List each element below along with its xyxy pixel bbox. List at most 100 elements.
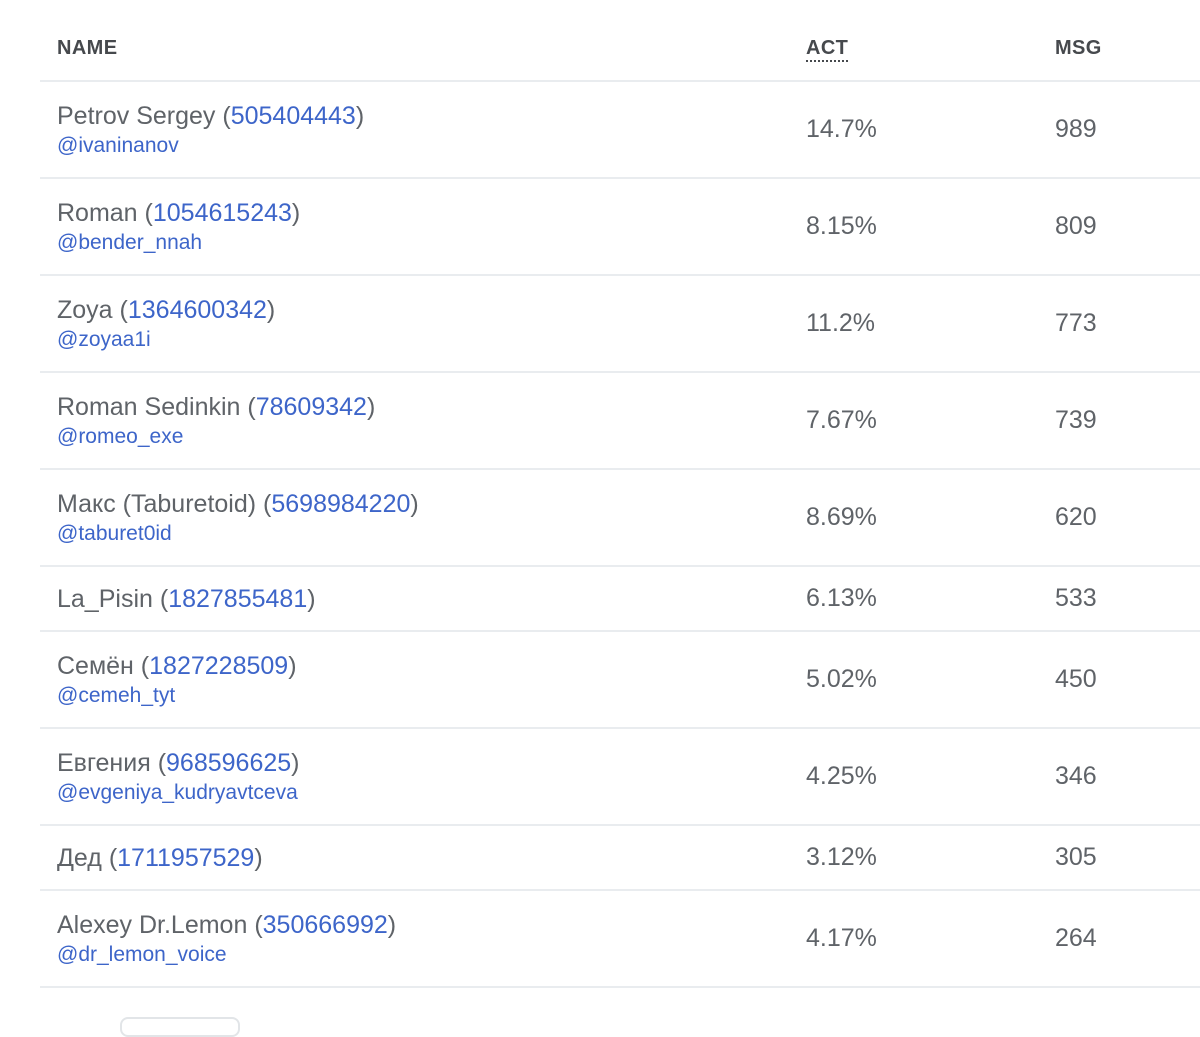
- id-paren-open: (: [150, 748, 167, 777]
- activity-value: 14.7%: [806, 115, 877, 143]
- member-id-link[interactable]: 78609342: [256, 393, 367, 421]
- member-name-cell: Roman (1054615243) @bender_nnah: [57, 179, 300, 274]
- message-count: 533: [1055, 584, 1097, 612]
- member-id-link[interactable]: 350666992: [263, 911, 388, 939]
- member-name-cell: Petrov Sergey (505404443) @ivaninanov: [57, 82, 364, 177]
- table-row: Евгения (968596625) @evgeniya_kudryavtcev…: [40, 729, 1200, 826]
- member-name-cell: Семён (1827228509) @cemeh_tyt: [57, 632, 297, 727]
- table-row: La_Pisin (1827855481) 6.13% 533: [40, 567, 1200, 632]
- member-name-line: La_Pisin (1827855481): [57, 583, 316, 615]
- column-header-msg[interactable]: MSG: [1055, 37, 1102, 59]
- member-username-link[interactable]: @romeo_exe: [57, 423, 375, 451]
- table-row: Roman (1054615243) @bender_nnah 8.15% 809: [40, 179, 1200, 276]
- member-username-link[interactable]: @dr_lemon_voice: [57, 941, 396, 969]
- message-count: 773: [1055, 309, 1097, 337]
- activity-value: 4.17%: [806, 924, 877, 952]
- activity-value: 8.69%: [806, 503, 877, 531]
- member-id-link[interactable]: 968596625: [166, 749, 291, 777]
- message-count: 989: [1055, 115, 1097, 143]
- member-name-cell: Макс (Taburetoid) (5698984220) @taburet0i…: [57, 470, 419, 565]
- member-id-link[interactable]: 5698984220: [271, 490, 410, 518]
- member-name: Евгения: [57, 748, 151, 777]
- member-name-line: Макс (Taburetoid) (5698984220): [57, 488, 419, 520]
- member-name-line: Евгения (968596625): [57, 747, 300, 779]
- message-count: 620: [1055, 503, 1097, 531]
- member-name: Макс (Taburetoid): [57, 489, 257, 518]
- member-name-line: Zoya (1364600342): [57, 294, 275, 326]
- activity-value: 7.67%: [806, 406, 877, 434]
- member-name: Petrov Sergey: [57, 101, 216, 130]
- member-name-line: Дед (1711957529): [57, 842, 263, 874]
- member-name: Alexey Dr.Lemon: [57, 910, 248, 939]
- member-username-link[interactable]: @zoyaa1i: [57, 326, 275, 354]
- id-paren-open: (: [101, 843, 118, 872]
- id-paren-open: (: [256, 489, 272, 518]
- activity-value: 3.12%: [806, 843, 877, 871]
- member-name-cell: Евгения (968596625) @evgeniya_kudryavtcev…: [57, 729, 300, 824]
- table-row: Дед (1711957529) 3.12% 305: [40, 826, 1200, 891]
- id-paren-open: (: [133, 651, 150, 680]
- table-header: NAME ACT MSG: [40, 0, 1200, 82]
- message-count: 346: [1055, 762, 1097, 790]
- member-name-cell: La_Pisin (1827855481): [57, 567, 316, 630]
- message-count: 264: [1055, 924, 1097, 952]
- id-paren-close: ): [355, 101, 365, 130]
- table-row: Roman Sedinkin (78609342) @romeo_exe 7.67%…: [40, 373, 1200, 470]
- message-count: 450: [1055, 665, 1097, 693]
- member-username-link[interactable]: @ivaninanov: [57, 132, 364, 160]
- member-name-line: Roman Sedinkin (78609342): [57, 391, 375, 423]
- member-id-link[interactable]: 1827855481: [168, 585, 307, 613]
- pagination-control[interactable]: [120, 1017, 240, 1037]
- message-count: 809: [1055, 212, 1097, 240]
- activity-value: 6.13%: [806, 584, 877, 612]
- member-name-cell: Roman Sedinkin (78609342) @romeo_exe: [57, 373, 375, 468]
- id-paren-close: ): [288, 651, 297, 680]
- id-paren-open: (: [240, 392, 256, 421]
- member-username-link[interactable]: @evgeniya_kudryavtceva: [57, 779, 300, 807]
- column-header-name[interactable]: NAME: [57, 37, 118, 59]
- table-row: Petrov Sergey (505404443) @ivaninanov 14.7…: [40, 82, 1200, 179]
- member-name-line: Roman (1054615243): [57, 197, 300, 229]
- member-id-link[interactable]: 1711957529: [117, 844, 254, 872]
- member-name: Zoya: [57, 295, 113, 324]
- member-id-link[interactable]: 1364600342: [128, 296, 267, 324]
- member-id-link[interactable]: 1827228509: [149, 652, 288, 680]
- message-count: 739: [1055, 406, 1097, 434]
- member-name-line: Alexey Dr.Lemon (350666992): [57, 909, 396, 941]
- column-header-act[interactable]: ACT: [806, 37, 849, 62]
- members-table: NAME ACT MSG Petrov Sergey (505404443) @i…: [40, 0, 1200, 988]
- activity-value: 8.15%: [806, 212, 877, 240]
- id-paren-close: ): [291, 748, 300, 777]
- id-paren-open: (: [112, 295, 128, 324]
- id-paren-open: (: [247, 910, 263, 939]
- message-count: 305: [1055, 843, 1097, 871]
- table-row: Макс (Taburetoid) (5698984220) @taburet0i…: [40, 470, 1200, 567]
- member-name: Семён: [57, 651, 134, 680]
- member-username-link[interactable]: @cemeh_tyt: [57, 682, 297, 710]
- id-paren-open: (: [137, 198, 153, 227]
- member-name: Дед: [57, 843, 102, 872]
- activity-value: 4.25%: [806, 762, 877, 790]
- id-paren-close: ): [410, 489, 419, 518]
- member-name: Roman: [57, 198, 138, 227]
- member-username-link[interactable]: @taburet0id: [57, 520, 419, 548]
- id-paren-close: ): [307, 584, 316, 613]
- member-name: La_Pisin: [57, 584, 153, 613]
- member-id-link[interactable]: 505404443: [231, 102, 356, 130]
- table-row: Семён (1827228509) @cemeh_tyt 5.02% 450: [40, 632, 1200, 729]
- member-id-link[interactable]: 1054615243: [153, 199, 292, 227]
- id-paren-close: ): [291, 198, 301, 227]
- member-username-link[interactable]: @bender_nnah: [57, 229, 300, 257]
- id-paren-close: ): [266, 295, 276, 324]
- table-row: Zoya (1364600342) @zoyaa1i 11.2% 773: [40, 276, 1200, 373]
- member-name-cell: Zoya (1364600342) @zoyaa1i: [57, 276, 275, 371]
- member-name-cell: Дед (1711957529): [57, 826, 263, 889]
- id-paren-close: ): [387, 910, 397, 939]
- member-name-cell: Alexey Dr.Lemon (350666992) @dr_lemon_voi…: [57, 891, 396, 986]
- activity-value: 5.02%: [806, 665, 877, 693]
- id-paren-close: ): [254, 843, 263, 872]
- table-row: Alexey Dr.Lemon (350666992) @dr_lemon_voi…: [40, 891, 1200, 988]
- id-paren-open: (: [152, 584, 169, 613]
- id-paren-open: (: [215, 101, 231, 130]
- member-name: Roman Sedinkin: [57, 392, 241, 421]
